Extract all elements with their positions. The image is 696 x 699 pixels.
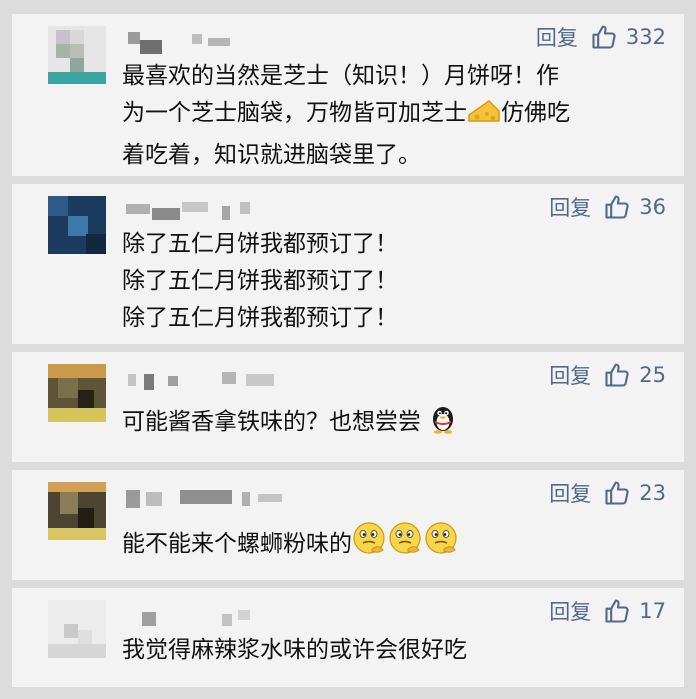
username-blurred[interactable] xyxy=(122,482,322,510)
username-blurred[interactable] xyxy=(122,600,322,628)
comment-text: 能不能来个螺蛳粉味的 xyxy=(122,520,662,568)
like-button[interactable]: 36 xyxy=(603,193,666,221)
like-count: 36 xyxy=(639,195,666,219)
comment-actions: 回复 25 xyxy=(549,360,666,390)
comment-item: 回复 36 除了五仁月饼我都预订了！ 除了五仁月饼我都预订了！ 除了五仁月饼我都… xyxy=(12,184,684,344)
like-button[interactable]: 332 xyxy=(590,23,666,51)
comment-item: 回复 17 我觉得麻辣浆水味的或许会很好吃 xyxy=(12,588,684,687)
comment-actions: 回复 23 xyxy=(549,478,666,508)
thumbs-up-icon xyxy=(592,25,616,49)
like-count: 17 xyxy=(639,599,666,623)
username-blurred[interactable] xyxy=(122,364,322,392)
comment-item: 回复 25 可能酱香拿铁味的？也想尝尝 xyxy=(12,352,684,462)
thumbs-up-icon xyxy=(605,599,629,623)
thumbs-up-icon xyxy=(605,363,629,387)
comment-list: 回复 332 最喜欢的当然是芝士（知识！）月饼呀！作 为一个芝士脑袋，万物皆可加… xyxy=(0,0,696,699)
comment-actions: 回复 17 xyxy=(549,596,666,626)
like-button[interactable]: 23 xyxy=(603,479,666,507)
comment-item: 回复 332 最喜欢的当然是芝士（知识！）月饼呀！作 为一个芝士脑袋，万物皆可加… xyxy=(12,14,684,176)
thinking-face-emoji xyxy=(352,520,460,568)
like-button[interactable]: 25 xyxy=(603,361,666,389)
comment-item: 回复 23 能不能来个螺蛳粉味的 xyxy=(12,470,684,580)
reply-button[interactable]: 回复 xyxy=(549,478,591,508)
reply-button[interactable]: 回复 xyxy=(549,192,591,222)
comment-text: 最喜欢的当然是芝士（知识！）月饼呀！作 为一个芝士脑袋，万物皆可加芝士 仿佛吃 着… xyxy=(122,63,570,168)
avatar[interactable] xyxy=(48,600,106,658)
cheese-emoji xyxy=(467,97,501,137)
like-count: 25 xyxy=(639,363,666,387)
avatar[interactable] xyxy=(48,364,106,422)
reply-button[interactable]: 回复 xyxy=(536,22,578,52)
thumbs-up-icon xyxy=(605,481,629,505)
username-blurred[interactable] xyxy=(122,26,322,54)
comment-text: 可能酱香拿铁味的？也想尝尝 xyxy=(122,402,662,446)
reply-button[interactable]: 回复 xyxy=(549,596,591,626)
comment-text: 我觉得麻辣浆水味的或许会很好吃 xyxy=(122,637,467,663)
like-button[interactable]: 17 xyxy=(603,597,666,625)
comment-actions: 回复 332 xyxy=(536,22,666,52)
reply-button[interactable]: 回复 xyxy=(549,360,591,390)
penguin-emoji xyxy=(428,402,458,446)
like-count: 23 xyxy=(639,481,666,505)
like-count: 332 xyxy=(625,25,666,49)
avatar[interactable] xyxy=(48,26,106,84)
avatar[interactable] xyxy=(48,482,106,540)
comment-actions: 回复 36 xyxy=(549,192,666,222)
thumbs-up-icon xyxy=(605,195,629,219)
username-blurred[interactable] xyxy=(122,196,322,224)
avatar[interactable] xyxy=(48,196,106,254)
comment-text: 除了五仁月饼我都预订了！ 除了五仁月饼我都预订了！ 除了五仁月饼我都预订了！ xyxy=(122,231,398,331)
